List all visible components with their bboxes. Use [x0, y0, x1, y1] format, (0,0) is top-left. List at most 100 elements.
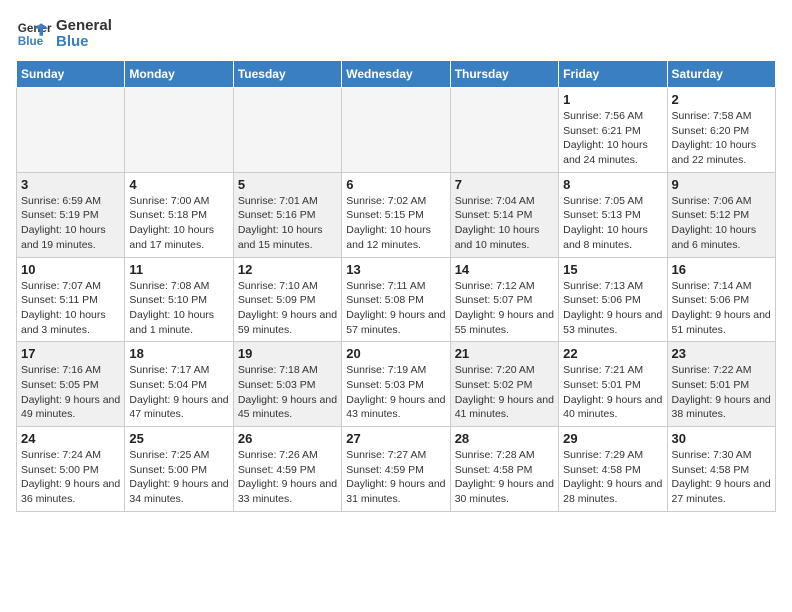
calendar-cell: 12 Sunrise: 7:10 AM Sunset: 5:09 PM Dayli…: [233, 257, 341, 342]
calendar-week-5: 24 Sunrise: 7:24 AM Sunset: 5:00 PM Dayli…: [17, 427, 776, 512]
day-info: Sunrise: 7:22 AM Sunset: 5:01 PM Dayligh…: [672, 363, 771, 422]
day-info: Sunrise: 7:30 AM Sunset: 4:58 PM Dayligh…: [672, 448, 771, 507]
day-header-saturday: Saturday: [667, 61, 775, 88]
day-number: 3: [21, 177, 120, 192]
calendar-cell: 19 Sunrise: 7:18 AM Sunset: 5:03 PM Dayli…: [233, 342, 341, 427]
calendar-cell: 9 Sunrise: 7:06 AM Sunset: 5:12 PM Daylig…: [667, 172, 775, 257]
calendar-cell: 22Sunrise: 7:21 AM Sunset: 5:01 PM Dayli…: [559, 342, 667, 427]
day-info: Sunrise: 7:28 AM Sunset: 4:58 PM Dayligh…: [455, 448, 554, 507]
day-header-sunday: Sunday: [17, 61, 125, 88]
day-number: 22: [563, 346, 662, 361]
day-number: 10: [21, 262, 120, 277]
day-number: 8: [563, 177, 662, 192]
day-number: 18: [129, 346, 228, 361]
day-info: Sunrise: 7:24 AM Sunset: 5:00 PM Dayligh…: [21, 448, 120, 507]
calendar-cell: 5 Sunrise: 7:01 AM Sunset: 5:16 PM Daylig…: [233, 172, 341, 257]
day-info: Sunrise: 7:29 AM Sunset: 4:58 PM Dayligh…: [563, 448, 662, 507]
calendar-cell: 1Sunrise: 7:56 AM Sunset: 6:21 PM Daylig…: [559, 88, 667, 173]
day-info: Sunrise: 7:25 AM Sunset: 5:00 PM Dayligh…: [129, 448, 228, 507]
day-info: Sunrise: 7:05 AM Sunset: 5:13 PM Dayligh…: [563, 194, 662, 253]
day-number: 17: [21, 346, 120, 361]
logo: General Blue General Blue: [16, 16, 112, 52]
calendar-cell: 29 Sunrise: 7:29 AM Sunset: 4:58 PM Dayli…: [559, 427, 667, 512]
calendar-cell: 14 Sunrise: 7:12 AM Sunset: 5:07 PM Dayli…: [450, 257, 558, 342]
calendar-cell: 24 Sunrise: 7:24 AM Sunset: 5:00 PM Dayli…: [17, 427, 125, 512]
calendar-cell: 11Sunrise: 7:08 AM Sunset: 5:10 PM Dayli…: [125, 257, 233, 342]
day-number: 23: [672, 346, 771, 361]
calendar-cell: 2 Sunrise: 7:58 AM Sunset: 6:20 PM Daylig…: [667, 88, 775, 173]
day-number: 19: [238, 346, 337, 361]
day-info: Sunrise: 7:02 AM Sunset: 5:15 PM Dayligh…: [346, 194, 445, 253]
calendar-cell: [233, 88, 341, 173]
day-number: 27: [346, 431, 445, 446]
calendar-week-3: 10 Sunrise: 7:07 AM Sunset: 5:11 PM Dayli…: [17, 257, 776, 342]
day-number: 2: [672, 92, 771, 107]
calendar-cell: 17 Sunrise: 7:16 AM Sunset: 5:05 PM Dayli…: [17, 342, 125, 427]
calendar-cell: 16Sunrise: 7:14 AM Sunset: 5:06 PM Dayli…: [667, 257, 775, 342]
calendar-cell: 6Sunrise: 7:02 AM Sunset: 5:15 PM Daylig…: [342, 172, 450, 257]
calendar-cell: 18 Sunrise: 7:17 AM Sunset: 5:04 PM Dayli…: [125, 342, 233, 427]
day-number: 15: [563, 262, 662, 277]
day-header-thursday: Thursday: [450, 61, 558, 88]
svg-text:Blue: Blue: [18, 35, 44, 48]
logo-general: General: [56, 18, 112, 35]
calendar-week-1: 1Sunrise: 7:56 AM Sunset: 6:21 PM Daylig…: [17, 88, 776, 173]
day-number: 5: [238, 177, 337, 192]
day-number: 14: [455, 262, 554, 277]
day-info: Sunrise: 7:01 AM Sunset: 5:16 PM Dayligh…: [238, 194, 337, 253]
day-header-wednesday: Wednesday: [342, 61, 450, 88]
day-info: Sunrise: 7:20 AM Sunset: 5:02 PM Dayligh…: [455, 363, 554, 422]
calendar-cell: 26 Sunrise: 7:26 AM Sunset: 4:59 PM Dayli…: [233, 427, 341, 512]
day-info: Sunrise: 7:26 AM Sunset: 4:59 PM Dayligh…: [238, 448, 337, 507]
calendar-cell: 28 Sunrise: 7:28 AM Sunset: 4:58 PM Dayli…: [450, 427, 558, 512]
day-number: 1: [563, 92, 662, 107]
day-number: 24: [21, 431, 120, 446]
day-number: 30: [672, 431, 771, 446]
calendar-cell: 21 Sunrise: 7:20 AM Sunset: 5:02 PM Dayli…: [450, 342, 558, 427]
day-number: 12: [238, 262, 337, 277]
calendar-cell: [450, 88, 558, 173]
day-number: 28: [455, 431, 554, 446]
calendar-cell: 20 Sunrise: 7:19 AM Sunset: 5:03 PM Dayli…: [342, 342, 450, 427]
day-number: 29: [563, 431, 662, 446]
day-info: Sunrise: 7:12 AM Sunset: 5:07 PM Dayligh…: [455, 279, 554, 338]
day-info: Sunrise: 7:10 AM Sunset: 5:09 PM Dayligh…: [238, 279, 337, 338]
day-number: 16: [672, 262, 771, 277]
day-header-monday: Monday: [125, 61, 233, 88]
calendar-cell: 30 Sunrise: 7:30 AM Sunset: 4:58 PM Dayli…: [667, 427, 775, 512]
calendar-header-row: SundayMondayTuesdayWednesdayThursdayFrid…: [17, 61, 776, 88]
calendar-week-4: 17 Sunrise: 7:16 AM Sunset: 5:05 PM Dayli…: [17, 342, 776, 427]
day-info: Sunrise: 7:27 AM Sunset: 4:59 PM Dayligh…: [346, 448, 445, 507]
day-number: 20: [346, 346, 445, 361]
logo-icon: General Blue: [16, 16, 52, 52]
calendar-cell: 15 Sunrise: 7:13 AM Sunset: 5:06 PM Dayli…: [559, 257, 667, 342]
day-info: Sunrise: 7:18 AM Sunset: 5:03 PM Dayligh…: [238, 363, 337, 422]
calendar-cell: [125, 88, 233, 173]
day-number: 9: [672, 177, 771, 192]
day-info: Sunrise: 7:13 AM Sunset: 5:06 PM Dayligh…: [563, 279, 662, 338]
calendar-cell: 23 Sunrise: 7:22 AM Sunset: 5:01 PM Dayli…: [667, 342, 775, 427]
calendar-cell: 8 Sunrise: 7:05 AM Sunset: 5:13 PM Daylig…: [559, 172, 667, 257]
calendar-cell: 27 Sunrise: 7:27 AM Sunset: 4:59 PM Dayli…: [342, 427, 450, 512]
calendar-cell: 10 Sunrise: 7:07 AM Sunset: 5:11 PM Dayli…: [17, 257, 125, 342]
day-number: 7: [455, 177, 554, 192]
calendar-cell: 13 Sunrise: 7:11 AM Sunset: 5:08 PM Dayli…: [342, 257, 450, 342]
day-header-friday: Friday: [559, 61, 667, 88]
day-info: Sunrise: 7:16 AM Sunset: 5:05 PM Dayligh…: [21, 363, 120, 422]
day-info: Sunrise: 7:19 AM Sunset: 5:03 PM Dayligh…: [346, 363, 445, 422]
day-info: Sunrise: 7:58 AM Sunset: 6:20 PM Dayligh…: [672, 109, 771, 168]
day-info: Sunrise: 7:11 AM Sunset: 5:08 PM Dayligh…: [346, 279, 445, 338]
day-info: Sunrise: 7:07 AM Sunset: 5:11 PM Dayligh…: [21, 279, 120, 338]
day-number: 26: [238, 431, 337, 446]
day-number: 21: [455, 346, 554, 361]
day-number: 13: [346, 262, 445, 277]
calendar-cell: [17, 88, 125, 173]
header: General Blue General Blue: [16, 16, 776, 52]
day-info: Sunrise: 7:06 AM Sunset: 5:12 PM Dayligh…: [672, 194, 771, 253]
day-info: Sunrise: 7:17 AM Sunset: 5:04 PM Dayligh…: [129, 363, 228, 422]
calendar: SundayMondayTuesdayWednesdayThursdayFrid…: [16, 60, 776, 512]
day-info: Sunrise: 7:04 AM Sunset: 5:14 PM Dayligh…: [455, 194, 554, 253]
day-info: Sunrise: 7:08 AM Sunset: 5:10 PM Dayligh…: [129, 279, 228, 338]
calendar-cell: 25Sunrise: 7:25 AM Sunset: 5:00 PM Dayli…: [125, 427, 233, 512]
calendar-cell: [342, 88, 450, 173]
